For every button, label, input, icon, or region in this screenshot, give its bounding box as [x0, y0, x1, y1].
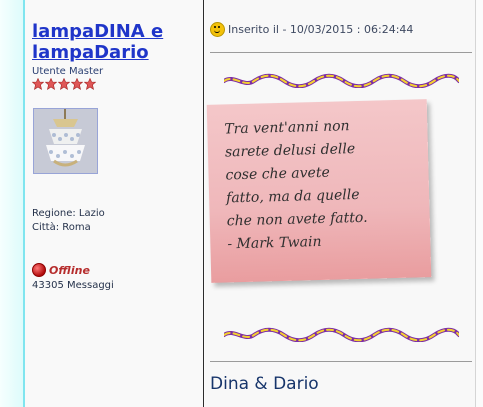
username-link[interactable]: lampaDINA e lampaDario	[32, 21, 200, 63]
user-city: Città: Roma	[32, 222, 91, 233]
post-date-row: Inserito il - 10/03/2015 : 06:24:44	[210, 22, 413, 37]
star-icon	[45, 78, 57, 90]
status-label: Offline	[49, 263, 90, 277]
decorative-ribbon-bottom	[224, 327, 459, 342]
signature-text: Dina & Dario	[210, 374, 319, 394]
star-icon	[84, 78, 96, 90]
user-info-column: lampaDINA e lampaDario Utente Master Reg…	[25, 0, 204, 407]
post-content-column: Inserito il - 10/03/2015 : 06:24:44 Tra …	[205, 0, 476, 407]
quote-text: Tra vent'anni non sarete delusi delle co…	[224, 118, 368, 253]
top-divider	[210, 52, 472, 53]
status-dot-icon	[32, 263, 46, 277]
chandelier-image	[34, 109, 97, 173]
post-date-text: Inserito il - 10/03/2015 : 06:24:44	[228, 23, 414, 36]
message-count: 43305 Messaggi	[32, 280, 114, 291]
signature-divider	[210, 361, 472, 362]
left-accent-strip	[0, 0, 25, 407]
decorative-ribbon-top	[224, 73, 459, 88]
star-icon	[58, 78, 70, 90]
sticky-note-image: Tra vent'anni non sarete delusi delle co…	[206, 99, 432, 283]
forum-post-frame: lampaDINA e lampaDario Utente Master Reg…	[0, 0, 483, 407]
star-icon	[71, 78, 83, 90]
user-region: Regione: Lazio	[32, 208, 105, 219]
star-icon	[32, 78, 44, 90]
user-rank: Utente Master	[32, 66, 104, 77]
user-status: Offline	[32, 263, 90, 277]
user-avatar	[33, 108, 98, 174]
rank-stars	[32, 78, 96, 90]
smiley-icon	[210, 22, 225, 37]
